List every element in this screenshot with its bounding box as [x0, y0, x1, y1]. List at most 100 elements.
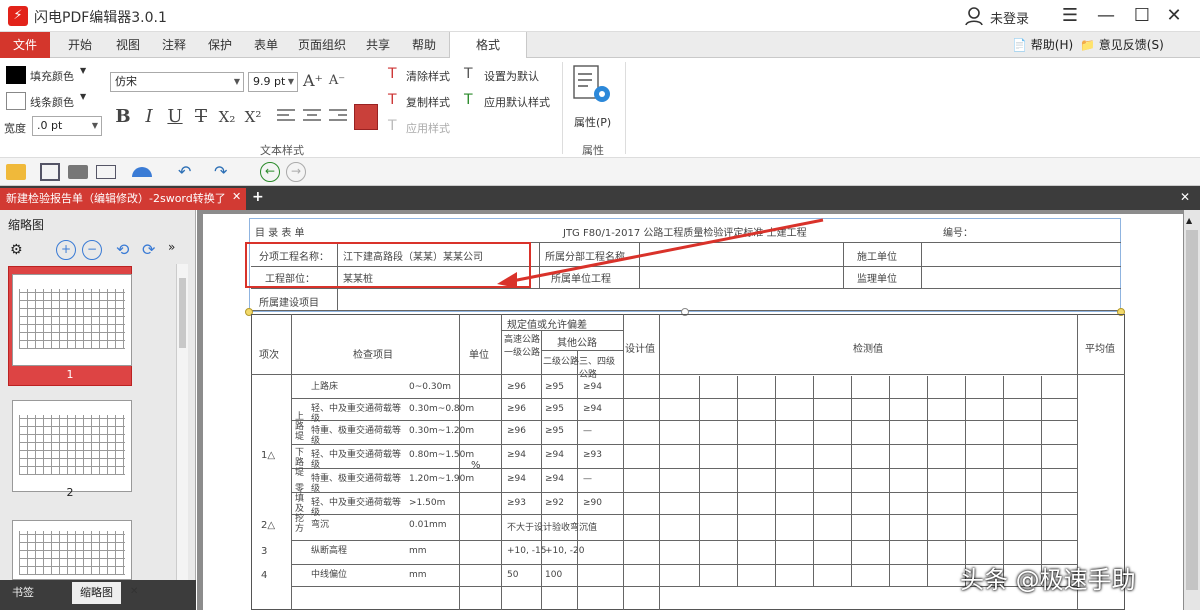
sidebar-scrollbar[interactable] — [176, 264, 188, 580]
user-icon[interactable] — [964, 6, 984, 26]
row-value-class2[interactable]: ≥94 — [545, 450, 564, 460]
rotate-right-icon[interactable]: ⟳ — [142, 240, 155, 259]
email-icon[interactable] — [96, 165, 116, 179]
tab-form[interactable]: 表单 — [244, 32, 288, 58]
print-icon[interactable] — [68, 165, 88, 179]
row-value-class34[interactable]: ≥94 — [583, 382, 602, 392]
close-button[interactable]: ✕ — [1162, 4, 1186, 28]
apply-default-button[interactable]: 应用默认样式 — [484, 94, 550, 110]
row-value-highway[interactable]: ≥96 — [507, 404, 526, 414]
align-left-button[interactable] — [274, 106, 298, 128]
close-panel-icon[interactable]: ✕ — [130, 586, 138, 597]
document-tab[interactable]: 新建检验报告单（编辑修改）-2sword转换了 — [0, 188, 246, 210]
row-value-class2[interactable]: 100 — [545, 570, 562, 580]
scroll-thumb[interactable] — [179, 278, 186, 348]
row-value-class2[interactable]: +10, -20 — [545, 546, 584, 556]
pdf-page[interactable]: 目 录 表 单 JTG F80/1-2017 公路工程质量检验评定标准 土建工程… — [203, 214, 1183, 610]
shrink-font-button[interactable]: A⁻ — [326, 70, 348, 92]
rotate-left-icon[interactable]: ⟲ — [116, 240, 129, 259]
font-family-combo[interactable]: 仿宋 ▼ — [110, 72, 244, 92]
align-right-button[interactable] — [326, 106, 350, 128]
tab-home[interactable]: 开始 — [58, 32, 102, 58]
zoom-in-icon[interactable]: + — [56, 240, 76, 260]
font-size-combo[interactable]: 9.9 pt ▼ — [248, 72, 298, 92]
row-value-highway[interactable]: ≥94 — [507, 450, 526, 460]
row-value-highway[interactable]: ≥96 — [507, 426, 526, 436]
page-thumbnail-2[interactable] — [12, 400, 132, 492]
tab-annotate[interactable]: 注释 — [152, 32, 196, 58]
copy-style-button[interactable]: 复制样式 — [406, 94, 450, 110]
superscript-button[interactable]: X² — [242, 106, 264, 128]
scroll-up-icon[interactable]: ▲ — [1186, 216, 1192, 225]
scroll-thumb[interactable] — [1186, 230, 1198, 590]
row-value-class2[interactable]: ≥95 — [545, 382, 564, 392]
page-thumbnail-3[interactable] — [12, 520, 132, 580]
tab-view[interactable]: 视图 — [106, 32, 150, 58]
row-value-highway[interactable]: ≥96 — [507, 382, 526, 392]
tab-page-organize[interactable]: 页面组织 — [294, 32, 350, 58]
row-value-class34[interactable]: — — [583, 474, 592, 484]
options-icon[interactable]: ⚙ — [10, 242, 23, 258]
set-default-button[interactable]: 设置为默认 — [484, 68, 539, 84]
bold-button[interactable]: B — [112, 106, 134, 128]
tab-format[interactable]: 格式 — [449, 32, 527, 59]
line-color-dropdown-icon[interactable]: ▼ — [80, 92, 86, 101]
feedback-link[interactable]: 📁 意见反馈(S) — [1080, 36, 1164, 53]
back-icon[interactable]: ← — [260, 162, 280, 182]
line-color-swatch[interactable] — [6, 92, 26, 110]
tab-bookmarks[interactable]: 书签 — [4, 582, 42, 604]
maximize-button[interactable]: ☐ — [1130, 4, 1154, 28]
underline-button[interactable]: U — [164, 106, 186, 128]
row-value-highway[interactable]: ≥93 — [507, 498, 526, 508]
fill-color-dropdown-icon[interactable]: ▼ — [80, 66, 86, 75]
new-tab-icon[interactable]: + — [252, 189, 264, 205]
italic-button[interactable]: I — [138, 106, 160, 128]
apply-style-button[interactable]: 应用样式 — [406, 120, 450, 136]
more-icon[interactable]: » — [168, 240, 175, 254]
row-value-highway[interactable]: +10, -15 — [507, 546, 546, 556]
justify-button[interactable] — [354, 104, 378, 130]
zoom-out-icon[interactable]: − — [82, 240, 102, 260]
arrow-annotation-icon[interactable] — [493, 216, 833, 296]
tab-help[interactable]: 帮助 — [402, 32, 446, 58]
width-combo[interactable]: .0 pt ▼ — [32, 116, 102, 136]
close-tab-icon[interactable]: ✕ — [232, 190, 241, 203]
strikethrough-button[interactable]: T — [190, 106, 212, 128]
open-folder-icon[interactable] — [6, 164, 26, 180]
fill-color-label[interactable]: 填充颜色 — [30, 68, 74, 84]
login-status[interactable]: 未登录 — [990, 8, 1029, 27]
redo-icon[interactable]: ↷ — [214, 162, 234, 182]
grow-font-button[interactable]: A⁺ — [302, 70, 324, 92]
highlight-annotation[interactable] — [245, 242, 531, 288]
save-icon[interactable] — [40, 163, 60, 181]
row-value-class34[interactable]: ≥94 — [583, 404, 602, 414]
row-value-class34[interactable]: ≥93 — [583, 450, 602, 460]
properties-button[interactable]: 属性(P) — [574, 114, 611, 130]
undo-icon[interactable]: ↶ — [178, 162, 198, 182]
tab-thumbnails[interactable]: 缩略图 — [72, 582, 121, 604]
clear-style-button[interactable]: 清除样式 — [406, 68, 450, 84]
tab-protect[interactable]: 保护 — [198, 32, 242, 58]
subscript-button[interactable]: X₂ — [216, 106, 238, 128]
row-value-highway[interactable]: 不大于设计验收弯沉值 — [507, 520, 597, 533]
page-thumbnail-1[interactable] — [12, 274, 132, 366]
row-value-highway[interactable]: ≥94 — [507, 474, 526, 484]
align-center-button[interactable] — [300, 106, 324, 128]
row-value-class2[interactable]: ≥95 — [545, 426, 564, 436]
tab-file[interactable]: 文件 — [0, 32, 50, 58]
forward-icon[interactable]: → — [286, 162, 306, 182]
minimize-button[interactable]: — — [1094, 4, 1118, 28]
row-value-class2[interactable]: ≥94 — [545, 474, 564, 484]
row-value-class34[interactable]: ≥90 — [583, 498, 602, 508]
fill-color-swatch[interactable] — [6, 66, 26, 84]
line-color-label[interactable]: 线条颜色 — [30, 94, 74, 110]
close-document-icon[interactable]: ✕ — [1180, 190, 1190, 204]
row-value-class2[interactable]: ≥92 — [545, 498, 564, 508]
row-value-highway[interactable]: 50 — [507, 570, 518, 580]
menu-icon[interactable]: ☰ — [1058, 4, 1082, 28]
tab-share[interactable]: 共享 — [356, 32, 400, 58]
row-value-class34[interactable]: — — [583, 426, 592, 436]
viewer-scrollbar[interactable]: ▲ — [1184, 210, 1200, 610]
help-link[interactable]: 📄 帮助(H) — [1012, 36, 1073, 53]
row-value-class2[interactable]: ≥95 — [545, 404, 564, 414]
